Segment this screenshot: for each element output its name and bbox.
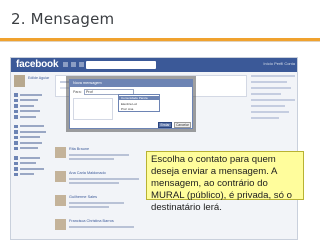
menu-icon	[14, 167, 18, 171]
post-author[interactable]: Rita Braune	[69, 147, 89, 151]
post-author[interactable]: Ana Carla Maldonado	[69, 171, 106, 175]
search-input[interactable]	[86, 61, 156, 69]
notification-icons	[63, 62, 84, 67]
suggestion-item[interactable]: Comunidade Pérola	[119, 96, 159, 100]
notifications-icon[interactable]	[79, 62, 84, 67]
slide-title: 2. Mensagem	[11, 10, 115, 28]
messages-icon[interactable]	[71, 62, 76, 67]
post-author[interactable]: Francisca Christina Barros	[69, 219, 114, 223]
menu-icon	[14, 130, 18, 134]
left-sidebar: Edilde Aguiar	[14, 75, 52, 239]
menu-icon	[14, 109, 18, 113]
sidebar-menu	[14, 92, 52, 177]
sidebar-item[interactable]	[14, 172, 52, 178]
menu-icon	[14, 161, 18, 165]
to-label: Para:	[73, 90, 82, 94]
menu-icon	[14, 124, 18, 128]
menu-icon	[14, 172, 18, 176]
sidebar-item[interactable]	[14, 114, 52, 120]
avatar[interactable]	[55, 195, 66, 206]
callout-text: Escolha o contato para quem deseja envia…	[151, 154, 292, 213]
friend-requests-icon[interactable]	[63, 62, 68, 67]
avatar[interactable]	[55, 219, 66, 230]
menu-icon	[14, 146, 18, 150]
dialog-header: Nova mensagem	[70, 80, 192, 87]
sidebar-item[interactable]	[14, 146, 52, 152]
dialog-title: Nova mensagem	[73, 81, 102, 85]
menu-icon	[14, 141, 18, 145]
profile-avatar[interactable]	[14, 75, 25, 87]
avatar[interactable]	[55, 171, 66, 182]
facebook-logo[interactable]: facebook	[16, 59, 59, 70]
post-author[interactable]: Guilherme Sales	[69, 195, 97, 199]
menu-icon	[14, 98, 18, 102]
menu-icon	[14, 156, 18, 160]
title-rule-shadow	[0, 41, 320, 42]
menu-icon	[14, 135, 18, 139]
suggestion-item[interactable]: Elenilza Luz	[121, 102, 137, 106]
menu-icon	[14, 104, 18, 108]
facebook-top-bar: facebook Início Perfil Conta	[11, 58, 297, 72]
top-links[interactable]: Início Perfil Conta	[263, 61, 295, 66]
feed-post: Francisca Christina Barros	[55, 219, 175, 239]
menu-icon	[14, 93, 18, 97]
slide: 2. Mensagem facebook Início Perfil Conta…	[0, 0, 320, 240]
recipient-suggestions: Comunidade Pérola Elenilza Luz Prof. Ana	[118, 94, 160, 112]
menu-icon	[14, 115, 18, 119]
send-button[interactable]: Enviar	[158, 122, 172, 128]
profile-name[interactable]: Edilde Aguiar	[28, 76, 49, 80]
avatar[interactable]	[55, 147, 66, 158]
new-message-dialog: Nova mensagem Para: Prof Comunidade Péro…	[69, 79, 193, 129]
instruction-callout: Escolha o contato para quem deseja envia…	[146, 151, 304, 213]
cancel-button[interactable]: Cancelar	[174, 122, 191, 128]
suggestion-item[interactable]: Prof. Ana	[121, 107, 133, 111]
message-textarea[interactable]	[73, 98, 113, 120]
